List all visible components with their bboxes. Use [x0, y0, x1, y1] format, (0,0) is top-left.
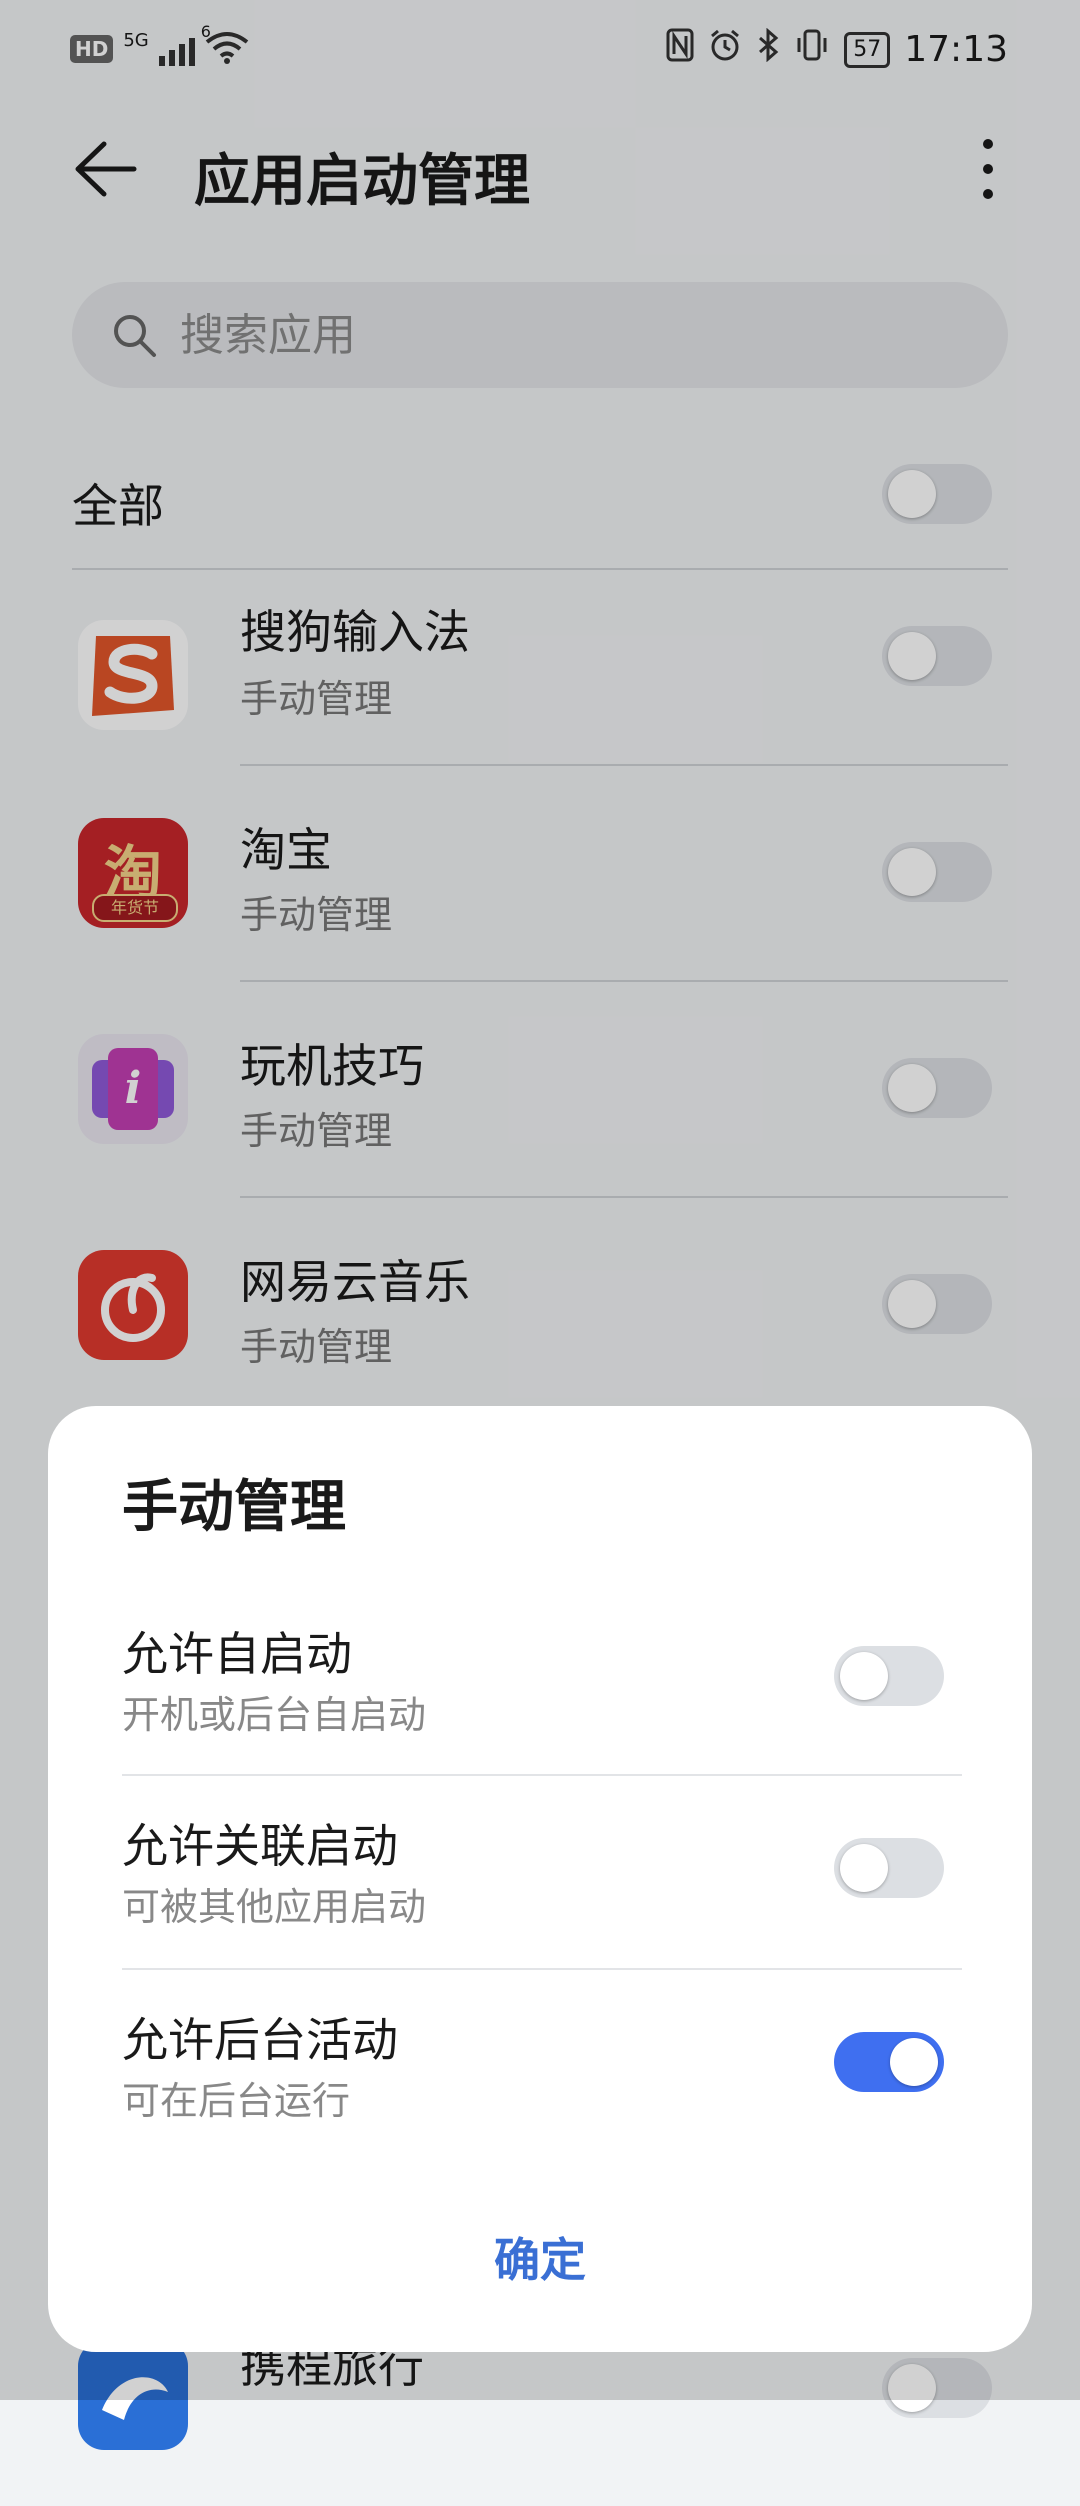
- option-associated-start[interactable]: 允许关联启动 可被其他应用启动: [122, 1810, 962, 2002]
- confirm-button[interactable]: 确定: [48, 2224, 1032, 2290]
- option-desc: 可在后台运行: [122, 2079, 351, 2123]
- option-background-activity[interactable]: 允许后台活动 可在后台运行: [122, 2004, 962, 2196]
- option-desc: 开机或后台自启动: [122, 1693, 427, 1737]
- option-auto-start[interactable]: 允许自启动 开机或后台自启动: [122, 1618, 962, 1810]
- manual-manage-dialog: 手动管理 允许自启动 开机或后台自启动 允许关联启动 可被其他应用启动 允许后台…: [48, 1406, 1032, 2352]
- option-label: 允许后台活动: [122, 2013, 398, 2067]
- divider: [122, 1774, 962, 1776]
- toggle-knob: [840, 1844, 888, 1892]
- background-activity-toggle[interactable]: [834, 2032, 944, 2092]
- associated-start-toggle[interactable]: [834, 1838, 944, 1898]
- toggle-knob: [840, 1652, 888, 1700]
- auto-start-toggle[interactable]: [834, 1646, 944, 1706]
- dialog-title: 手动管理: [122, 1475, 346, 1540]
- toggle-knob: [890, 2038, 938, 2086]
- option-label: 允许关联启动: [122, 1819, 398, 1873]
- option-label: 允许自启动: [122, 1627, 352, 1681]
- option-desc: 可被其他应用启动: [122, 1885, 427, 1929]
- divider: [122, 1968, 962, 1970]
